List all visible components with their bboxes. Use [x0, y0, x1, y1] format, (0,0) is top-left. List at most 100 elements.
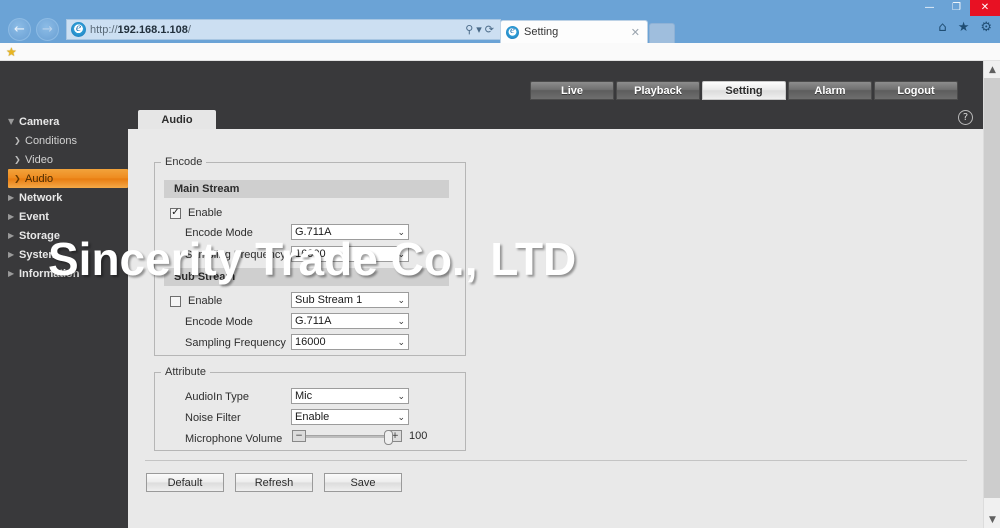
address-bar-icons: ⚲ ▾ ⟳: [465, 23, 500, 36]
sidebar-item-label: Storage: [19, 229, 60, 242]
main-encode-mode-label: Encode Mode: [185, 227, 253, 239]
address-scheme: http://: [90, 23, 118, 36]
volume-slider-track[interactable]: [306, 429, 393, 445]
browser-tab-setting[interactable]: Setting ✕: [500, 20, 648, 43]
tab-audio[interactable]: Audio: [138, 110, 216, 129]
main-stream-enable-checkbox[interactable]: ✓: [170, 207, 181, 219]
sub-sampling-select[interactable]: 16000 ⌄: [291, 334, 409, 350]
nav-tab-setting-label: Setting: [725, 84, 763, 97]
chevron-down-icon: ⌄: [397, 413, 405, 423]
panel-divider: [145, 460, 967, 461]
chevron-right-icon: ❯: [14, 155, 21, 164]
sub-sampling-value: 16000: [295, 336, 326, 348]
default-button[interactable]: Default: [146, 473, 224, 492]
main-encode-mode-row: Encode Mode: [185, 224, 253, 242]
forward-arrow-icon: →: [42, 22, 53, 37]
sidebar-item-label: Event: [19, 210, 49, 223]
audio-settings-panel: Encode Main Stream ✓ Enable Encode Mode: [128, 129, 983, 528]
gear-icon[interactable]: ⚙: [980, 20, 992, 35]
main-sampling-select[interactable]: 16000 ⌄: [291, 246, 409, 262]
sub-encode-mode-label: Encode Mode: [185, 316, 253, 328]
forward-button[interactable]: →: [36, 18, 59, 41]
microphone-volume-slider[interactable]: − + 100: [292, 429, 427, 445]
minus-icon: −: [295, 430, 303, 441]
sub-stream-enable-checkbox[interactable]: [170, 295, 181, 307]
sub-stream-select[interactable]: Sub Stream 1 ⌄: [291, 292, 409, 308]
nav-tab-logout[interactable]: Logout: [874, 81, 958, 100]
sidebar-item-information[interactable]: ▶ Information: [0, 264, 128, 283]
sub-encode-mode-select[interactable]: G.711A ⌄: [291, 313, 409, 329]
volume-decrease-button[interactable]: −: [292, 430, 306, 442]
maximize-button[interactable]: ❐: [943, 0, 970, 16]
sidebar-item-conditions[interactable]: ❯ Conditions: [0, 131, 128, 150]
nav-tab-alarm[interactable]: Alarm: [788, 81, 872, 100]
close-window-button[interactable]: ✕: [970, 0, 1000, 16]
back-button[interactable]: ←: [8, 18, 31, 41]
tab-title: Setting: [524, 26, 559, 38]
nav-tab-alarm-label: Alarm: [814, 84, 846, 97]
chevron-down-icon: ⌄: [397, 338, 405, 348]
sub-stream-enable-label: Enable: [188, 295, 223, 307]
favorites-star-icon[interactable]: ★: [958, 20, 970, 35]
scrollbar-thumb[interactable]: [984, 78, 1000, 498]
search-icon[interactable]: ⚲: [465, 23, 473, 36]
nav-tab-playback[interactable]: Playback: [616, 81, 700, 100]
main-sampling-row: Sampling Frequency: [185, 246, 286, 264]
sidebar-item-label: Camera: [19, 115, 60, 128]
sidebar-item-audio[interactable]: ❯ Audio: [8, 169, 128, 188]
refresh-button[interactable]: Refresh: [235, 473, 313, 492]
sidebar-item-label: Video: [25, 153, 53, 166]
sidebar-item-storage[interactable]: ▶ Storage: [0, 226, 128, 245]
help-icon[interactable]: ?: [958, 110, 973, 125]
main-encode-mode-select[interactable]: G.711A ⌄: [291, 224, 409, 240]
sidebar-item-video[interactable]: ❯ Video: [0, 150, 128, 169]
sub-stream-enable-row: Enable: [170, 292, 222, 310]
address-text: http://192.168.1.108/: [90, 24, 465, 36]
microphone-volume-row: Microphone Volume: [185, 430, 282, 448]
tab-favicon-icon: [506, 24, 519, 39]
sidebar-item-camera[interactable]: ▼ Camera: [0, 112, 128, 131]
help-glyph: ?: [962, 112, 969, 123]
content-area: Audio ? Encode Main Stream ✓ Enable Enco…: [128, 108, 983, 528]
address-bar[interactable]: http://192.168.1.108/ ⚲ ▾ ⟳: [66, 19, 501, 40]
page-scrollbar[interactable]: ▲ ▼: [983, 61, 1000, 528]
action-buttons: Default Refresh Save: [146, 473, 402, 492]
home-icon[interactable]: ⌂: [938, 20, 946, 35]
nav-tab-live[interactable]: Live: [530, 81, 614, 100]
scroll-up-button[interactable]: ▲: [984, 61, 1000, 78]
volume-slider-thumb[interactable]: [384, 429, 393, 445]
browser-titlebar: — ❐ ✕: [0, 0, 1000, 16]
encode-group-legend: Encode: [165, 156, 203, 168]
sub-stream-header-label: Sub Stream: [174, 271, 236, 283]
sub-stream-select-value: Sub Stream 1: [295, 294, 363, 306]
scroll-down-button[interactable]: ▼: [984, 511, 1000, 528]
noise-filter-row: Noise Filter: [185, 409, 241, 427]
favorites-bar-star-icon[interactable]: ★: [6, 45, 17, 59]
audioin-type-select[interactable]: Mic ⌄: [291, 388, 409, 404]
sidebar-item-network[interactable]: ▶ Network: [0, 188, 128, 207]
chevron-right-icon: ▶: [8, 269, 15, 278]
refresh-icon[interactable]: ⟳: [485, 23, 494, 36]
noise-filter-select[interactable]: Enable ⌄: [291, 409, 409, 425]
main-stream-header: Main Stream: [164, 180, 449, 198]
chevron-down-icon[interactable]: ▾: [476, 23, 482, 36]
sidebar-item-label: System: [19, 248, 59, 261]
audioin-type-value: Mic: [295, 390, 313, 402]
nav-tab-setting[interactable]: Setting: [702, 81, 786, 100]
sidebar-item-system[interactable]: ▶ System: [0, 245, 128, 264]
minimize-button[interactable]: —: [916, 0, 943, 16]
device-header: Live Playback Setting Alarm Logout: [0, 61, 983, 108]
save-button[interactable]: Save: [324, 473, 402, 492]
sidebar-item-label: Audio: [25, 172, 54, 185]
tab-close-icon[interactable]: ✕: [629, 26, 642, 39]
address-path: /: [187, 23, 191, 36]
sidebar-item-event[interactable]: ▶ Event: [0, 207, 128, 226]
chevron-down-icon: ⌄: [397, 392, 405, 402]
main-sampling-label: Sampling Frequency: [185, 249, 286, 261]
main-stream-enable-row: ✓ Enable: [170, 204, 222, 222]
chevron-down-icon: ⌄: [397, 228, 405, 238]
tab-strip: Setting ✕: [500, 18, 675, 43]
new-tab-button[interactable]: [649, 23, 675, 43]
main-stream-enable-label: Enable: [188, 207, 223, 219]
maximize-icon: ❐: [952, 2, 961, 13]
